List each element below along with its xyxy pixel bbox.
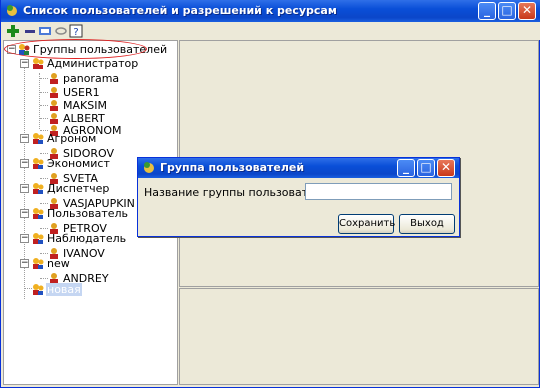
close-button[interactable]: ✕ [518,2,536,20]
link-icon[interactable] [54,24,68,38]
permissions-pane [179,288,539,385]
maximize-button[interactable]: □ [498,2,516,20]
group-icon [33,258,44,269]
exit-button[interactable]: Выход [399,214,455,234]
tree-user-label: USER1 [63,86,100,99]
group-expander[interactable]: − [20,209,29,218]
tree-user-label: MAKSIM [63,99,107,112]
group-name-input[interactable] [305,183,452,200]
toolbar: ? [1,22,540,40]
help-icon[interactable]: ? [69,24,83,38]
tree-group-label: Наблюдатель [47,232,127,245]
edit-icon[interactable] [38,24,52,38]
dialog-maximize-button[interactable]: □ [417,159,435,177]
group-icon [33,158,44,169]
tree-group-label: Администратор [47,57,139,70]
main-window: Список пользователей и разрешений к ресу… [0,0,540,388]
group-icon [33,133,44,144]
window-title: Список пользователей и разрешений к ресу… [23,4,337,17]
tree-group-label: Экономист [47,157,110,170]
user-icon [50,100,58,111]
user-icon [50,73,58,84]
group-expander[interactable]: − [20,184,29,193]
group-expander[interactable]: − [20,134,29,143]
tree-group-label: новая [46,283,82,296]
tree-group-label: Пользователь [47,207,129,220]
save-button[interactable]: Сохранить [338,214,395,234]
tree-group-label: new [47,257,70,270]
group-icon [33,284,44,295]
group-expander[interactable]: − [20,259,29,268]
group-dialog: Группа пользователей _ □ ✕ Название груп… [137,157,460,237]
group-icon [33,183,44,194]
group-icon [33,208,44,219]
minimize-button[interactable]: _ [478,2,496,20]
tree-group-label: Агроном [47,132,97,145]
main-titlebar[interactable]: Список пользователей и разрешений к ресу… [1,0,540,22]
group-expander[interactable]: − [20,234,29,243]
app-icon [7,5,17,16]
add-icon[interactable] [6,24,20,38]
group-expander[interactable]: − [20,159,29,168]
remove-icon[interactable] [23,24,37,38]
dialog-minimize-button[interactable]: _ [397,159,415,177]
tree-user-label: panorama [63,72,120,85]
dialog-titlebar[interactable]: Группа пользователей _ □ ✕ [138,158,459,178]
group-icon [33,233,44,244]
dialog-close-button[interactable]: ✕ [437,159,455,177]
svg-text:?: ? [73,27,78,38]
app-icon [144,162,154,173]
tree-group-label: Диспетчер [47,182,110,195]
group-icon [33,58,44,69]
user-icon [50,87,58,98]
dialog-title: Группа пользователей [160,161,305,174]
group-expander[interactable]: − [20,59,29,68]
annotation-ellipse [4,39,147,59]
